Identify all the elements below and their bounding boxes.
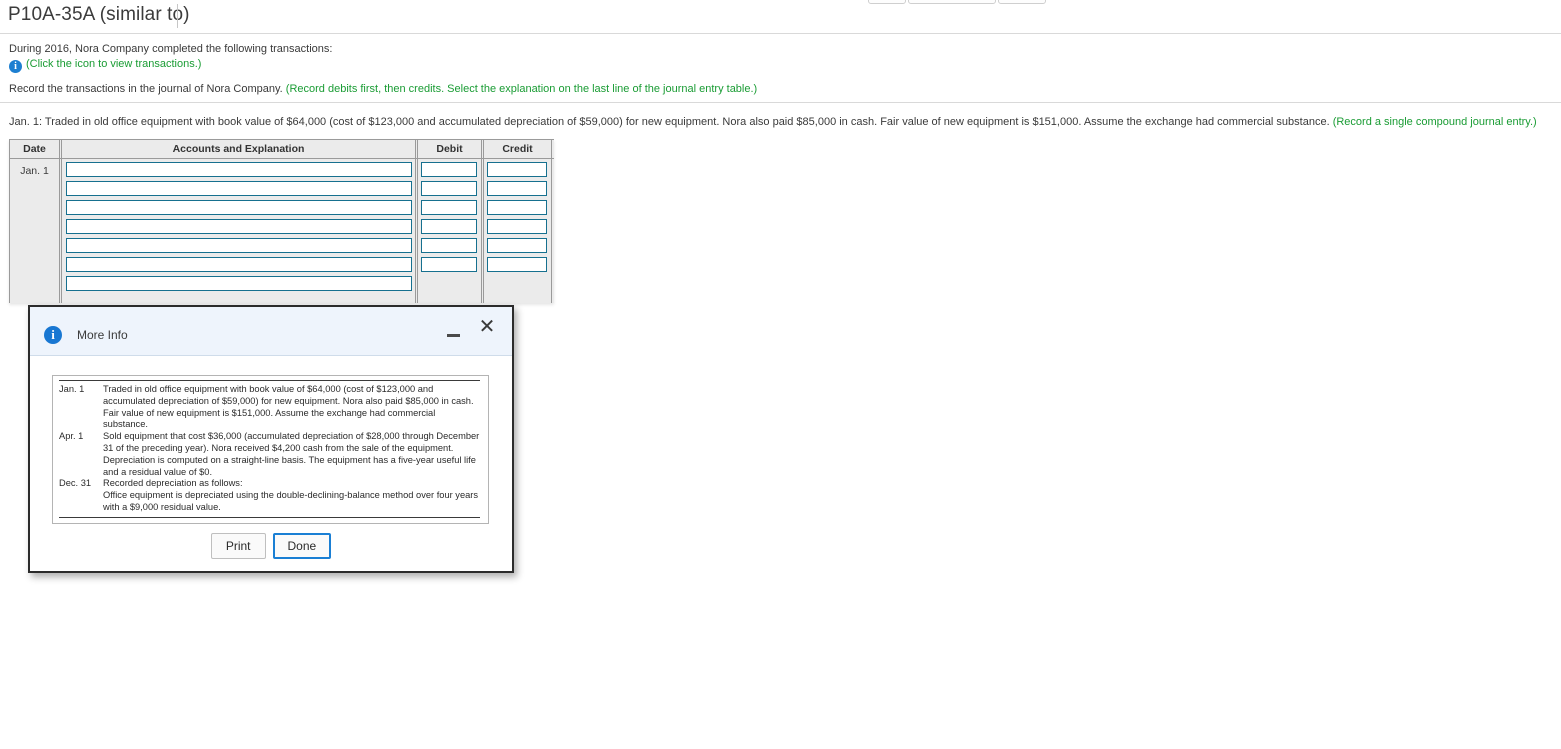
requirement-text: Jan. 1: Traded in old office equipment w… [9, 116, 1333, 128]
account-input-row-7[interactable] [66, 276, 412, 291]
transaction-row: Dec. 31 Recorded depreciation as follows… [59, 478, 480, 490]
minimize-icon[interactable] [444, 321, 464, 341]
credit-input-row-2[interactable] [487, 181, 547, 196]
transaction-description: Recorded depreciation as follows: [103, 478, 243, 489]
column-header-date: Date [10, 140, 62, 158]
account-input-row-4[interactable] [66, 219, 412, 234]
print-button[interactable]: Print [210, 533, 266, 559]
credit-input-row-4[interactable] [487, 219, 547, 234]
transaction-subline: Office equipment is depreciated using th… [103, 490, 479, 512]
credit-input-row-5[interactable] [487, 238, 547, 253]
dialog-info-icon: i [44, 326, 62, 344]
credit-empty-slot-row-7 [487, 276, 547, 291]
divider-below-title [0, 33, 1561, 34]
debit-input-row-6[interactable] [421, 257, 477, 272]
credit-input-row-3[interactable] [487, 200, 547, 215]
page-title: P10A-35A (similar to) [8, 4, 190, 25]
journal-credit-column [484, 159, 552, 303]
transaction-row: Jan. 1 Traded in old office equipment wi… [59, 384, 480, 431]
dialog-body: Jan. 1 Traded in old office equipment wi… [30, 356, 512, 524]
transactions-inner: Jan. 1 Traded in old office equipment wi… [59, 380, 480, 518]
transaction-row: Apr. 1 Sold equipment that cost $36,000 … [59, 431, 480, 478]
journal-accounts-column [62, 159, 418, 303]
view-transactions-link[interactable]: (Click the icon to view transactions.) [26, 58, 201, 70]
account-input-row-2[interactable] [66, 181, 412, 196]
column-header-credit: Credit [484, 140, 552, 158]
title-bar: P10A-35A (similar to) [0, 0, 1561, 33]
journal-debit-column [418, 159, 484, 303]
problem-requirement: Jan. 1: Traded in old office equipment w… [9, 116, 1537, 128]
journal-body: Jan. 1 [10, 159, 554, 303]
debit-input-row-5[interactable] [421, 238, 477, 253]
instruction-hint: (Record debits first, then credits. Sele… [285, 83, 758, 95]
debit-input-row-3[interactable] [421, 200, 477, 215]
debit-input-row-2[interactable] [421, 181, 477, 196]
account-input-row-3[interactable] [66, 200, 412, 215]
dialog-titlebar[interactable]: i More Info ✕ [30, 307, 512, 356]
problem-intro: During 2016, Nora Company completed the … [9, 43, 333, 55]
dialog-footer: Print Done [30, 533, 512, 559]
instruction-text: Record the transactions in the journal o… [9, 83, 286, 95]
transaction-description: Sold equipment that cost $36,000 (accumu… [103, 431, 480, 477]
account-input-row-1[interactable] [66, 162, 412, 177]
debit-input-row-4[interactable] [421, 219, 477, 234]
transaction-date: Apr. 1 [59, 431, 84, 442]
dialog-title: More Info [77, 328, 128, 342]
close-icon[interactable]: ✕ [476, 316, 498, 338]
debit-input-row-1[interactable] [421, 162, 477, 177]
journal-header-row: Date Accounts and Explanation Debit Cred… [10, 140, 554, 159]
account-input-row-6[interactable] [66, 257, 412, 272]
more-info-dialog: i More Info ✕ Jan. 1 Traded in old offic… [28, 305, 514, 573]
divider-below-instruction [0, 102, 1561, 103]
done-button[interactable]: Done [272, 533, 332, 559]
account-input-row-5[interactable] [66, 238, 412, 253]
transactions-box: Jan. 1 Traded in old office equipment wi… [52, 375, 489, 524]
problem-instruction: Record the transactions in the journal o… [9, 83, 757, 95]
column-header-debit: Debit [418, 140, 484, 158]
requirement-hint: (Record a single compound journal entry.… [1332, 116, 1537, 128]
transaction-description: Traded in old office equipment with book… [103, 384, 474, 430]
transaction-date: Jan. 1 [59, 384, 85, 394]
credit-input-row-1[interactable] [487, 162, 547, 177]
info-icon[interactable]: i [9, 60, 22, 73]
debit-empty-slot-row-7 [421, 276, 477, 291]
journal-entry-table: Date Accounts and Explanation Debit Cred… [9, 139, 554, 303]
title-divider [177, 4, 178, 28]
credit-input-row-6[interactable] [487, 257, 547, 272]
transaction-date: Dec. 31 [59, 478, 92, 489]
column-header-accounts: Accounts and Explanation [62, 140, 418, 158]
view-transactions-row[interactable]: i (Click the icon to view transactions.) [9, 58, 201, 73]
journal-date-cell: Jan. 1 [10, 159, 62, 303]
